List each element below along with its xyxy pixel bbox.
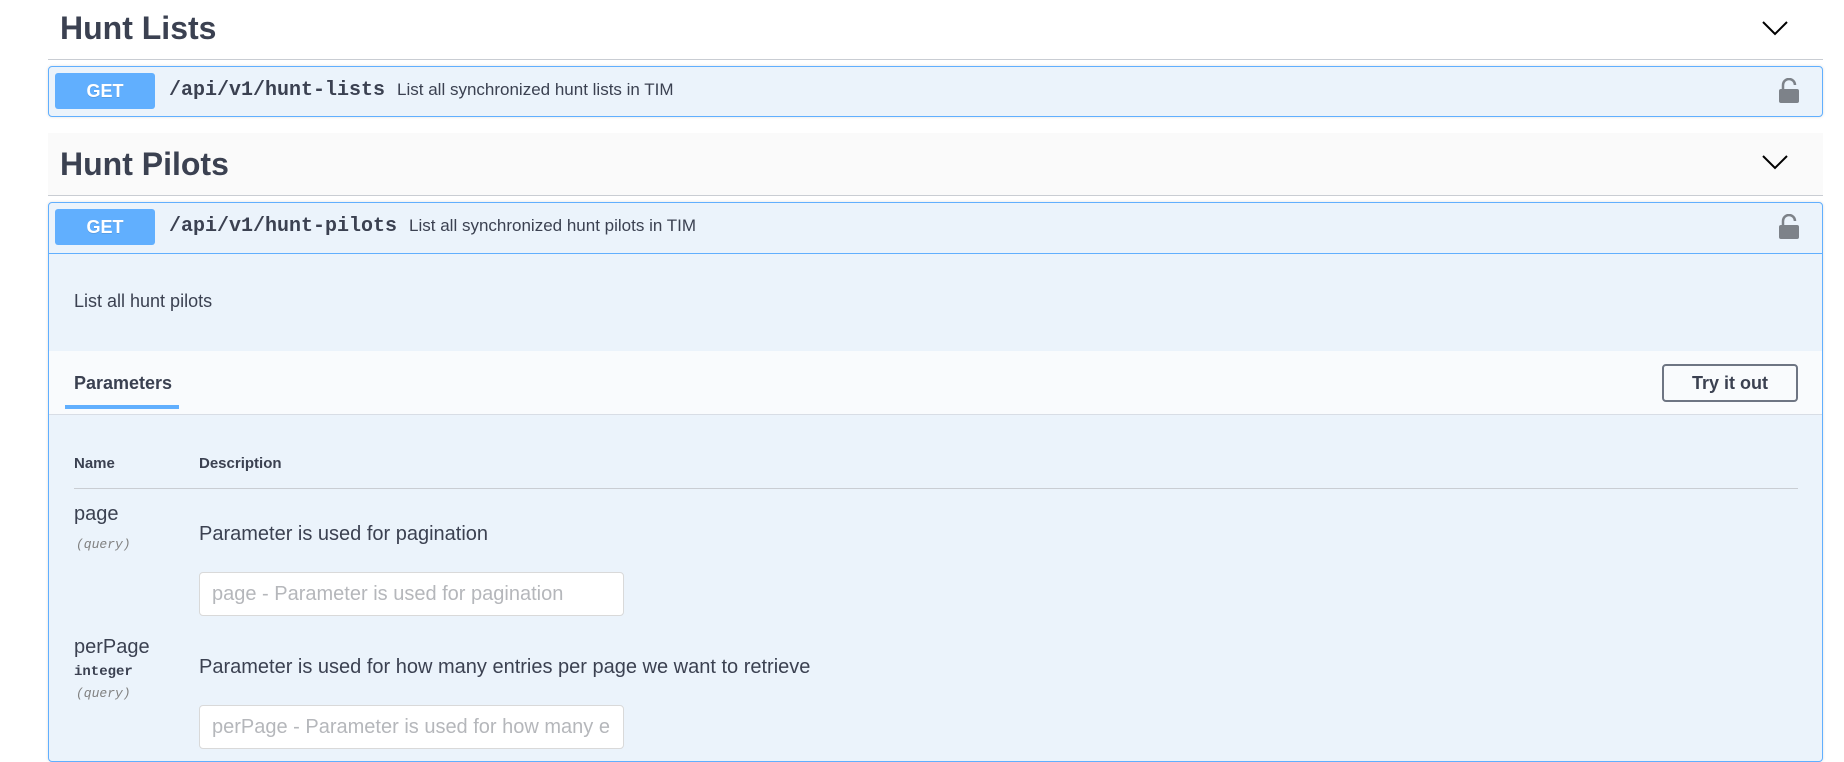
column-header-name: Name <box>74 455 115 472</box>
lock-icon[interactable] <box>1778 214 1800 240</box>
page-input[interactable] <box>199 572 624 616</box>
section-header-hunt-pilots[interactable]: Hunt Pilots <box>48 133 1823 196</box>
summary-description: List all synchronized hunt lists in TIM <box>397 80 674 99</box>
try-it-out-button[interactable]: Try it out <box>1662 364 1798 402</box>
operation-path: /api/v1/hunt-pilots List all synchronized… <box>169 215 696 238</box>
param-location-page: (query) <box>76 537 131 552</box>
param-type-perpage: integer <box>74 664 133 680</box>
section-title: Hunt Lists <box>60 10 217 46</box>
lock-icon[interactable] <box>1778 78 1800 104</box>
section-header-hunt-lists[interactable]: Hunt Lists <box>48 0 1823 60</box>
table-divider <box>74 488 1798 489</box>
param-name-perpage: perPage <box>74 636 150 658</box>
path-text: /api/v1/hunt-pilots <box>169 215 398 238</box>
chevron-down-icon[interactable] <box>1761 154 1789 170</box>
operation-path: /api/v1/hunt-lists List all synchronized … <box>169 79 674 102</box>
perpage-input[interactable] <box>199 705 624 749</box>
summary-description: List all synchronized hunt pilots in TIM <box>409 216 696 235</box>
param-description-perpage: Parameter is used for how many entries p… <box>199 656 811 678</box>
operation-summary[interactable]: GET /api/v1/hunt-lists List all synchroni… <box>49 67 1822 116</box>
method-badge: GET <box>55 209 155 245</box>
section-title: Hunt Pilots <box>60 146 229 182</box>
method-badge: GET <box>55 73 155 109</box>
tab-active-indicator <box>65 405 179 409</box>
operation-summary[interactable]: GET /api/v1/hunt-pilots List all synchron… <box>49 203 1822 254</box>
operation-hunt-pilots: GET /api/v1/hunt-pilots List all synchron… <box>48 202 1823 762</box>
operation-description: List all hunt pilots <box>74 291 213 311</box>
param-description-page: Parameter is used for pagination <box>199 523 489 545</box>
parameters-header: Parameters Try it out <box>49 351 1822 415</box>
param-name-page: page <box>74 503 119 525</box>
column-header-description: Description <box>199 455 282 472</box>
path-text: /api/v1/hunt-lists <box>169 79 386 102</box>
tab-parameters[interactable]: Parameters <box>74 373 172 394</box>
chevron-down-icon[interactable] <box>1761 20 1789 36</box>
param-location-perpage: (query) <box>76 686 131 701</box>
operation-hunt-lists: GET /api/v1/hunt-lists List all synchroni… <box>48 66 1823 117</box>
